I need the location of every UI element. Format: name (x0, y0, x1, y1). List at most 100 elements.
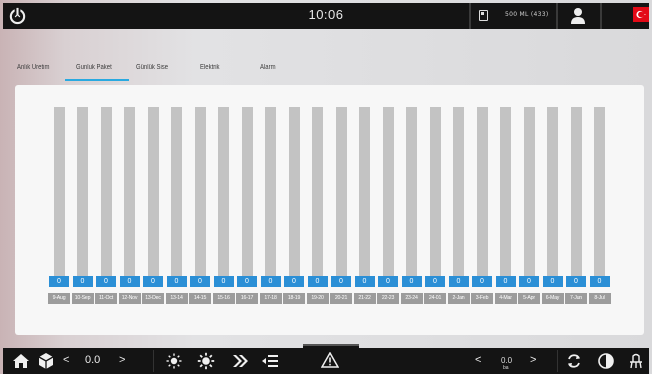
speed-increase-icon[interactable]: > (119, 354, 125, 366)
bar-value-label: 0 (378, 276, 398, 287)
bar-value-label: 0 (589, 276, 610, 287)
bar-category-label: 20-21 (330, 293, 352, 304)
package-icon[interactable] (37, 352, 55, 370)
tab-gunluk-paket[interactable]: Gunluk Paket (76, 64, 112, 71)
divider (557, 350, 558, 372)
bar-category-label: 5-Apr (518, 293, 540, 304)
tab-gunluk-sise[interactable]: Günlük Sise (136, 64, 168, 71)
bar-value-label: 0 (49, 276, 69, 287)
speed-left-value: 0.0 (85, 354, 101, 366)
bar-category-label: 3-Feb (471, 293, 493, 304)
bar-value-label: 0 (401, 276, 422, 287)
cleaning-icon[interactable] (627, 352, 645, 370)
device-icon (479, 10, 488, 21)
bar-track (429, 107, 441, 276)
refresh-icon[interactable] (565, 352, 583, 370)
bar-category-label: 23-24 (400, 293, 423, 304)
active-tab-indicator (65, 79, 129, 81)
bar-track (218, 107, 229, 276)
bar-value-label: 0 (425, 276, 445, 287)
bar-value-label: 0 (237, 276, 257, 287)
contrast-icon[interactable] (597, 352, 615, 370)
bar-track (171, 107, 182, 276)
user-icon[interactable] (569, 7, 587, 25)
bar-track (241, 107, 253, 276)
rate-increase-icon[interactable]: > (530, 354, 536, 366)
bar-category-label: 4-Mar (494, 293, 517, 304)
fast-forward-icon[interactable] (231, 352, 249, 370)
bar-category-label: 22-23 (377, 293, 399, 304)
bottom-bar: < 0.0 > < 0.0 ba > (3, 344, 649, 374)
bar-track (147, 107, 159, 276)
bar-track (570, 107, 582, 276)
bar-category-label: 17-18 (259, 293, 282, 304)
bar-track (406, 107, 417, 276)
bar-category-label: 13-14 (165, 293, 188, 304)
language-flag-icon[interactable] (633, 7, 649, 22)
bar-track (288, 107, 300, 276)
bar-track (453, 107, 464, 276)
bar-track (476, 107, 488, 276)
bar-track (359, 107, 370, 276)
rate-decrease-icon[interactable]: < (475, 354, 481, 366)
tab-alarm[interactable]: Alarm (260, 64, 276, 71)
bar-category-label: 24-01 (424, 293, 446, 304)
bar-track (594, 107, 605, 276)
bar-category-label: 19-20 (306, 293, 329, 304)
bar-value-label: 0 (519, 276, 539, 287)
tab-anlik-uretim[interactable]: Anlık Uretim (17, 64, 49, 71)
bar-value-label: 0 (190, 276, 210, 287)
light-dim-icon[interactable] (165, 352, 183, 370)
speed-decrease-icon[interactable]: < (63, 354, 69, 366)
tab-elektrik[interactable]: Elektrik (200, 64, 220, 71)
divider (469, 3, 471, 29)
bar-track (382, 107, 394, 276)
bar-track (265, 107, 276, 276)
bar-category-label: 13-Dec (142, 293, 164, 304)
alarm-tab[interactable] (303, 344, 359, 374)
bar-value-label: 0 (119, 276, 140, 287)
bar-track (77, 107, 88, 276)
bar-value-label: 0 (96, 276, 116, 287)
bar-category-label: 9-Aug (48, 293, 70, 304)
bar-value-label: 0 (166, 276, 187, 287)
home-icon[interactable] (12, 352, 30, 370)
speed-right-value: 0.0 (501, 356, 513, 365)
bar-category-label: 15-16 (212, 293, 235, 304)
bar-value-label: 0 (542, 276, 563, 287)
light-bright-icon[interactable] (197, 352, 215, 370)
bar-value-label: 0 (143, 276, 163, 287)
divider (153, 350, 154, 372)
bar-track (335, 107, 347, 276)
bar-track (100, 107, 112, 276)
bar-value-label: 0 (448, 276, 469, 287)
bar-track (500, 107, 511, 276)
bar-chart: 0 9-Aug 0 10-Sep 0 11-Oct 0 12-Nov 0 13-Dec 0 13-14… (15, 85, 644, 335)
bar-track (53, 107, 65, 276)
bar-category-label: 2-Jan (447, 293, 470, 304)
bar-value-label: 0 (354, 276, 375, 287)
bar-track (523, 107, 535, 276)
bar-category-label: 12-Nov (118, 293, 141, 304)
bar-track (312, 107, 323, 276)
bar-value-label: 0 (331, 276, 351, 287)
bar-category-label: 14-15 (189, 293, 211, 304)
recipe-status: 500 ML (433) (505, 11, 549, 18)
bar-track (194, 107, 206, 276)
bar-category-label: 6-May (541, 293, 564, 304)
bar-track (547, 107, 558, 276)
speed-right-unit: ba (503, 365, 509, 371)
top-bar: 10:06 500 ML (433) (3, 3, 649, 29)
clock: 10:06 (308, 7, 344, 22)
warning-icon (321, 352, 339, 368)
bar-value-label: 0 (566, 276, 586, 287)
menu-list-icon[interactable] (261, 352, 279, 370)
bar-value-label: 0 (307, 276, 328, 287)
bar-category-label: 7-Jun (565, 293, 587, 304)
tab-bar: Anlık Uretim Gunluk Paket Günlük Sise El… (0, 60, 652, 84)
chart-panel: 0 9-Aug 0 10-Sep 0 11-Oct 0 12-Nov 0 13-Dec 0 13-14… (15, 85, 644, 335)
divider (556, 3, 558, 29)
bar-category-label: 10-Sep (71, 293, 94, 304)
bar-value-label: 0 (260, 276, 281, 287)
bar-value-label: 0 (213, 276, 234, 287)
